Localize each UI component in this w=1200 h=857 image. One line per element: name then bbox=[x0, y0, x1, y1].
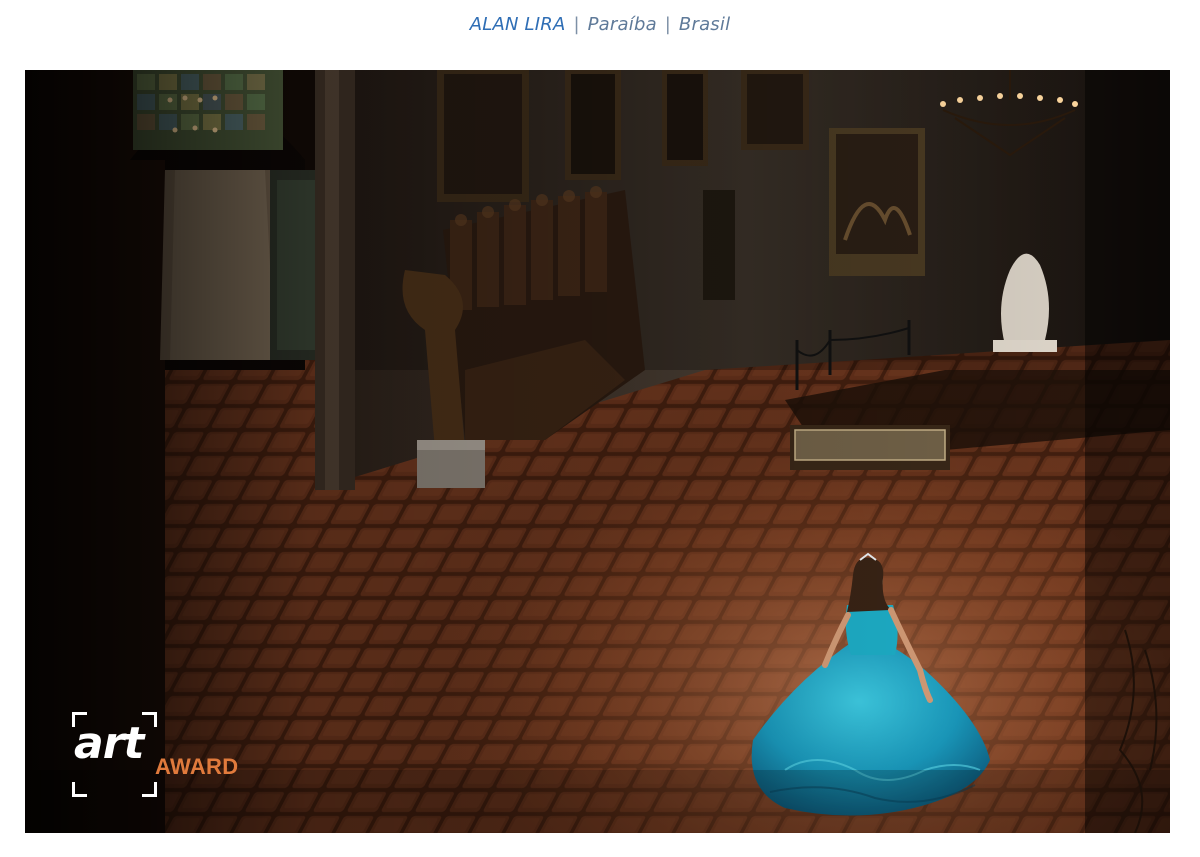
photographer-name: ALAN LIRA bbox=[469, 14, 566, 35]
logo-frame-corner bbox=[142, 712, 157, 727]
logo-art-text: art bbox=[74, 718, 144, 769]
logo-frame-corner bbox=[72, 782, 87, 797]
photo-caption: ALAN LIRA | Paraíba | Brasil bbox=[0, 14, 1200, 35]
caption-region: Paraíba bbox=[587, 14, 657, 35]
logo-award-text: AWARD bbox=[155, 754, 239, 779]
caption-separator: | bbox=[573, 14, 580, 35]
logo-frame-corner bbox=[142, 782, 157, 797]
caption-separator: | bbox=[664, 14, 671, 35]
caption-country: Brasil bbox=[678, 14, 731, 35]
art-award-logo: art AWARD bbox=[72, 712, 238, 798]
